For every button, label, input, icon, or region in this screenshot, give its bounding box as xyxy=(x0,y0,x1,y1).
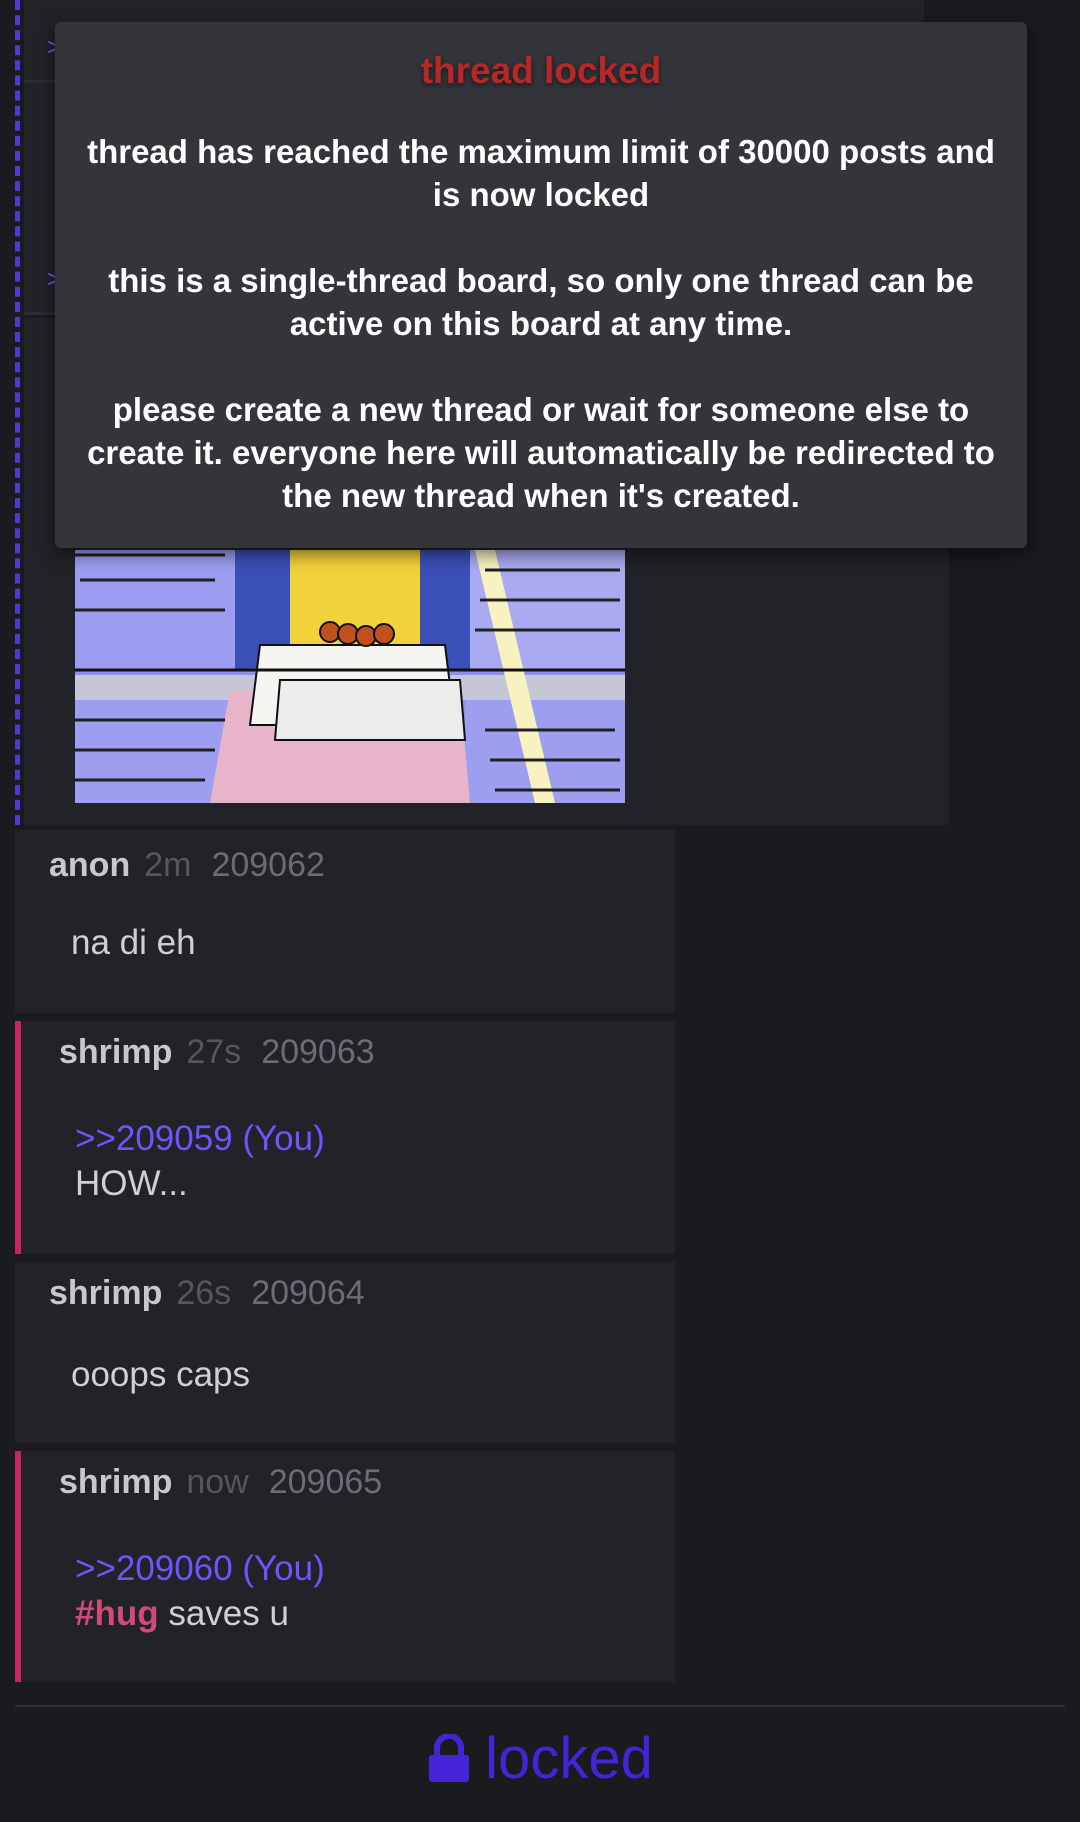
post-text: ooops caps xyxy=(71,1355,251,1394)
post-text: saves u xyxy=(158,1594,289,1633)
post-209062: anon 2m 209062 na di eh xyxy=(15,830,675,1013)
post-header: shrimp 26s 209064 xyxy=(49,1274,365,1313)
reply-guide-line xyxy=(15,0,20,825)
quote-link[interactable]: >>209060 (You) xyxy=(75,1546,325,1591)
post-header: shrimp 27s 209063 xyxy=(59,1033,375,1072)
dialog-title: thread locked xyxy=(420,50,662,91)
post-header: shrimp now 209065 xyxy=(59,1463,382,1502)
dialog-message-single-thread: this is a single-thread board, so only o… xyxy=(108,262,974,342)
poster-name[interactable]: shrimp xyxy=(59,1033,172,1071)
locked-indicator: locked xyxy=(0,1725,1080,1792)
lock-icon xyxy=(429,1734,470,1782)
locked-label: locked xyxy=(485,1726,653,1791)
post-body: na di eh xyxy=(71,920,196,965)
post-number[interactable]: 209065 xyxy=(269,1463,382,1501)
post-body: >>209059 (You) HOW... xyxy=(75,1116,325,1206)
dialog-body: thread has reached the maximum limit of … xyxy=(85,130,997,560)
thread-locked-dialog: thread locked thread has reached the max… xyxy=(55,22,1027,548)
cartoon-image xyxy=(75,550,625,803)
post-number[interactable]: 209063 xyxy=(261,1033,374,1071)
poster-name[interactable]: anon xyxy=(49,846,130,884)
dialog-message-redirect: please create a new thread or wait for s… xyxy=(87,391,995,514)
post-number[interactable]: 209064 xyxy=(251,1274,364,1312)
hashtag-link[interactable]: #hug xyxy=(75,1594,159,1633)
post-209065: shrimp now 209065 >>209060 (You) #hug save… xyxy=(15,1451,675,1682)
post-header: anon 2m 209062 xyxy=(49,846,325,885)
post-time: 27s xyxy=(186,1033,242,1071)
post-time: 2m xyxy=(144,846,192,884)
post-time: 26s xyxy=(176,1274,232,1312)
post-209064: shrimp 26s 209064 ooops caps xyxy=(15,1262,675,1443)
post-time: now xyxy=(186,1463,249,1501)
poster-name[interactable]: shrimp xyxy=(59,1463,172,1501)
quote-link[interactable]: >>209059 (You) xyxy=(75,1116,325,1161)
post-text: na di eh xyxy=(71,923,196,962)
post-body: >>209060 (You) #hug saves u xyxy=(75,1546,325,1636)
post-body: ooops caps xyxy=(71,1352,250,1397)
post-text: HOW... xyxy=(75,1164,188,1203)
post-number[interactable]: 209062 xyxy=(211,846,324,884)
post-209063: shrimp 27s 209063 >>209059 (You) HOW... xyxy=(15,1021,675,1254)
post-image[interactable] xyxy=(75,550,625,803)
footer-divider xyxy=(15,1705,1065,1707)
poster-name[interactable]: shrimp xyxy=(49,1274,162,1312)
dialog-message-limit: thread has reached the maximum limit of … xyxy=(87,133,995,213)
thread-page: > > anon 2m 209062 na di eh shrimp 27s 2… xyxy=(0,0,1080,1822)
